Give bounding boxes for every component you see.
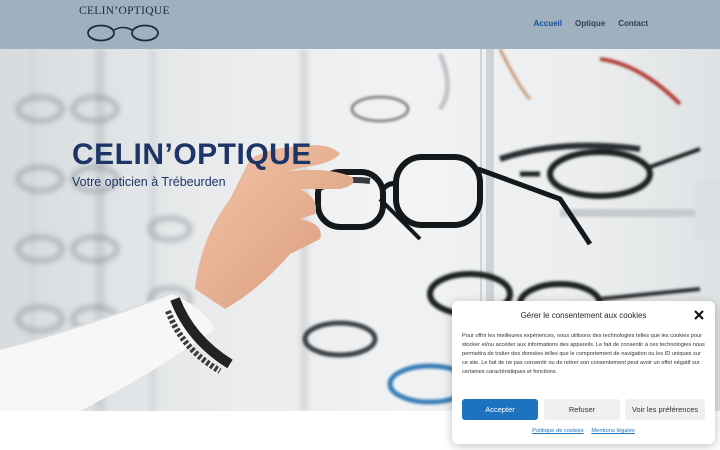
- refuse-button[interactable]: Refuser: [544, 399, 620, 420]
- accept-button[interactable]: Accepter: [462, 399, 538, 420]
- site-logo[interactable]: CELIN’OPTIQUE: [79, 5, 169, 45]
- legal-notice-link[interactable]: Mentions légales: [591, 428, 635, 434]
- cookie-links: Politique de cookies Mentions légales: [452, 428, 715, 434]
- logo-text: CELIN’OPTIQUE: [79, 5, 170, 17]
- nav-accueil[interactable]: Accueil: [534, 19, 562, 28]
- glasses-logo-icon: [87, 24, 159, 42]
- hero-title: CELIN’OPTIQUE: [72, 138, 312, 171]
- nav-contact[interactable]: Contact: [618, 19, 648, 28]
- view-preferences-button[interactable]: Voir les préférences: [625, 399, 705, 420]
- hero-subtitle: Votre opticien à Trébeurden: [72, 175, 226, 189]
- cookie-consent-dialog: Gérer le consentement aux cookies Pour o…: [452, 301, 715, 444]
- cookie-dialog-text: Pour offrir les meilleures expériences, …: [462, 333, 705, 375]
- cookie-policy-link[interactable]: Politique de cookies: [532, 428, 584, 434]
- close-icon[interactable]: [693, 309, 705, 321]
- site-header: CELIN’OPTIQUE Accueil Optique Contact: [0, 0, 720, 49]
- cookie-dialog-title: Gérer le consentement aux cookies: [520, 311, 647, 320]
- nav-optique[interactable]: Optique: [575, 19, 605, 28]
- main-nav: Accueil Optique Contact: [534, 19, 648, 28]
